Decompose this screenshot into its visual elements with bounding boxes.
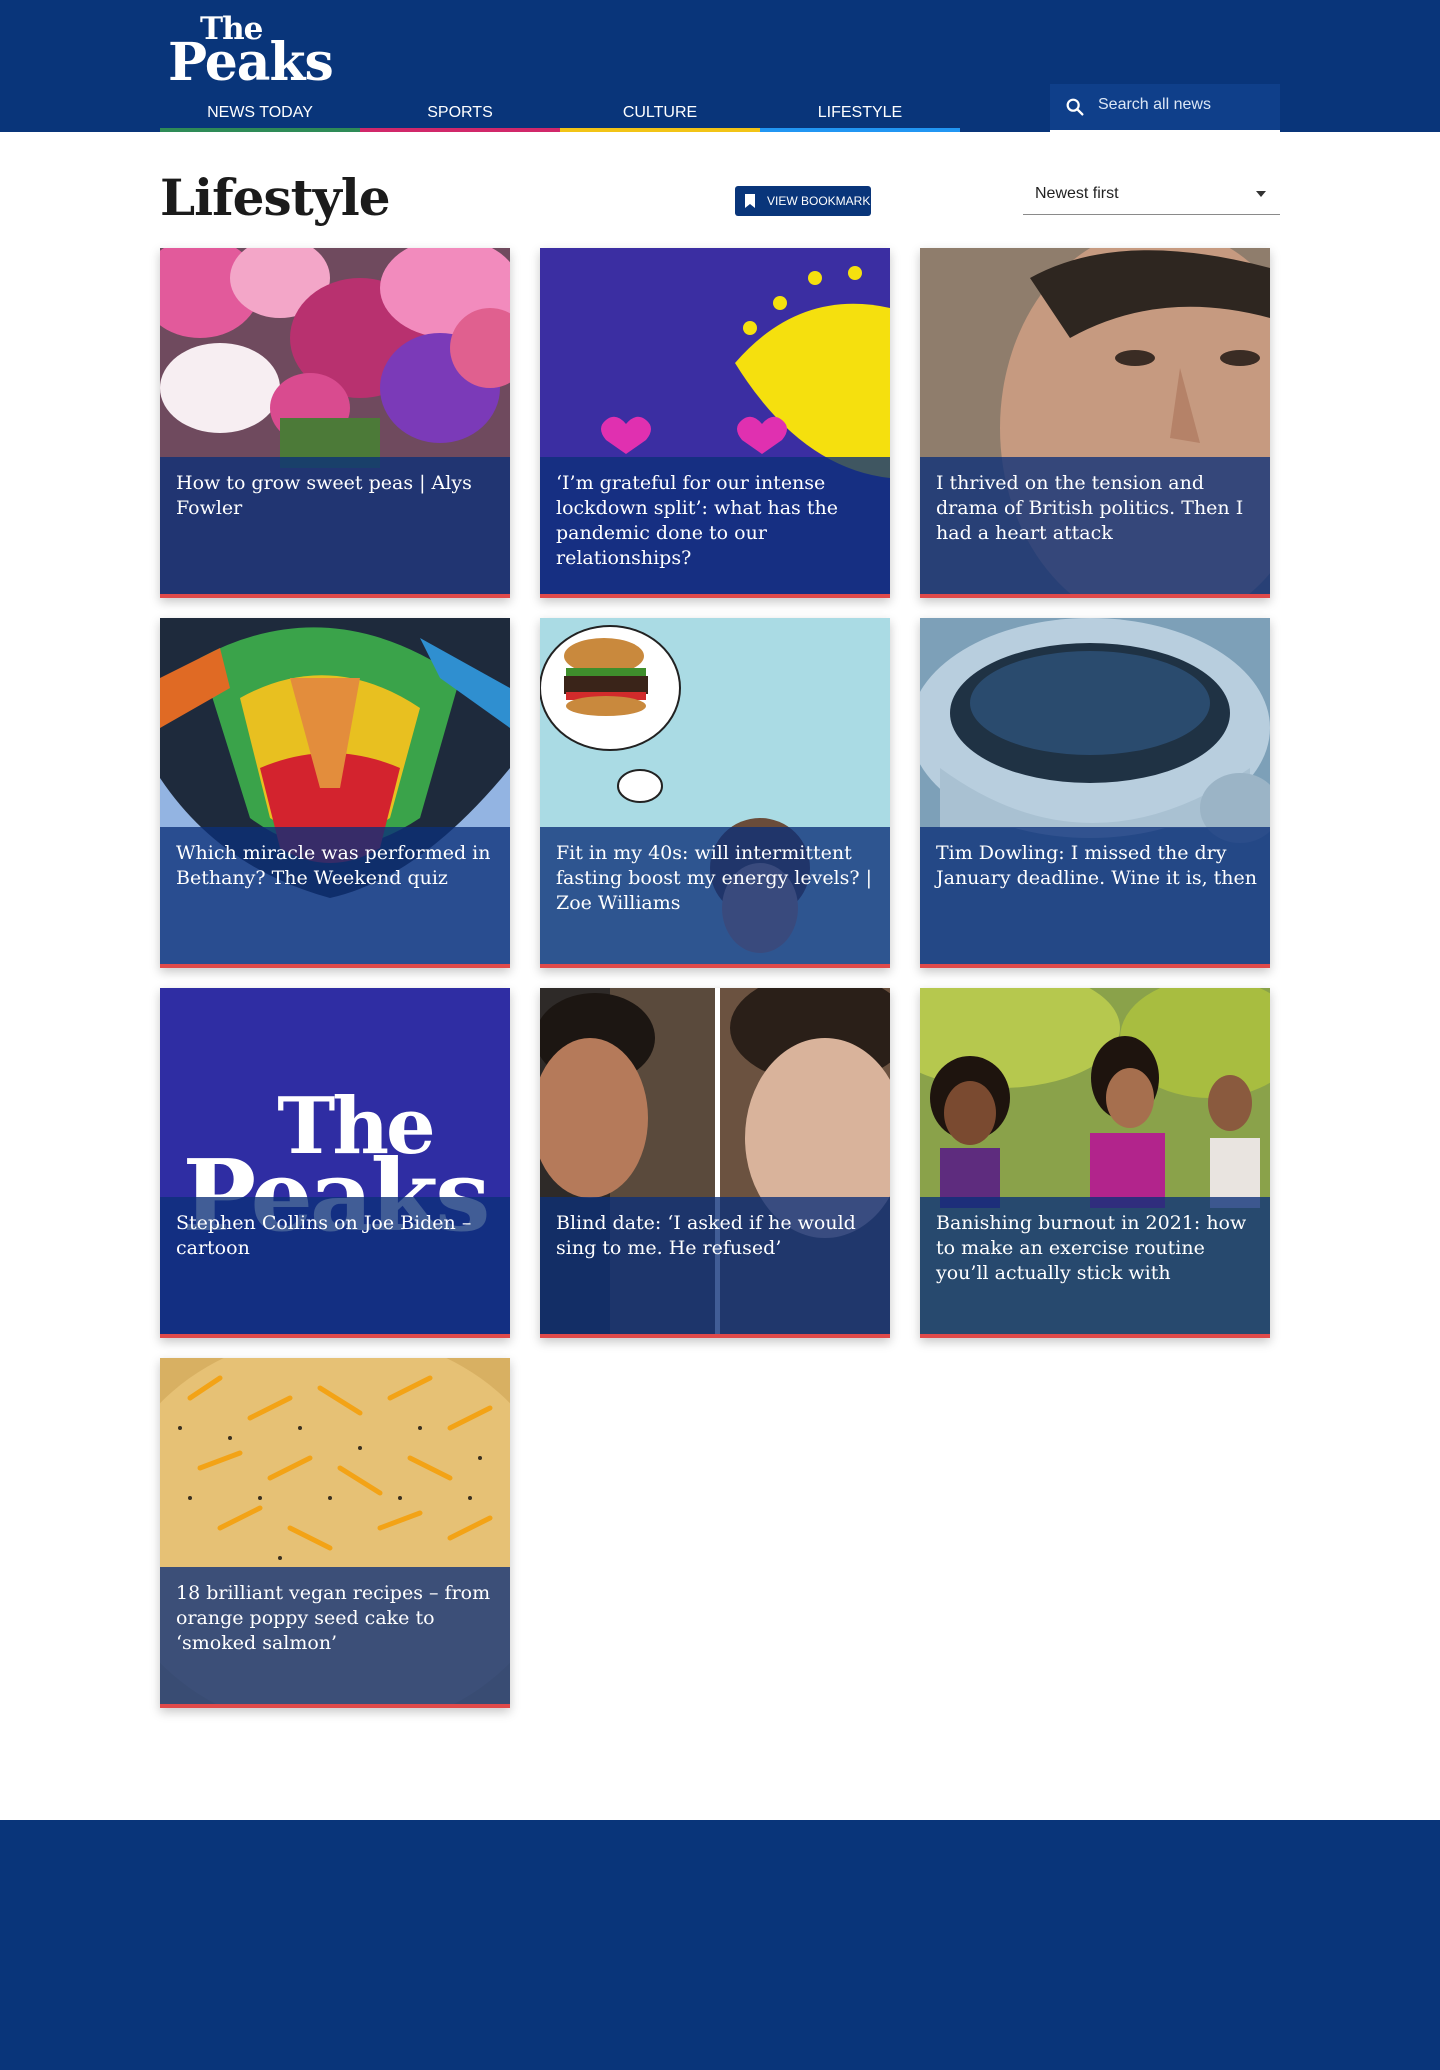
sort-select[interactable]: Newest first: [1023, 175, 1280, 215]
site-header: The Peaks NEWS TODAY SPORTS CULTURE LIFE…: [0, 0, 1440, 132]
nav-item-news-today[interactable]: NEWS TODAY: [160, 98, 360, 132]
nav-item-sports[interactable]: SPORTS: [360, 98, 560, 132]
article-title: Which miracle was performed in Bethany? …: [176, 842, 491, 889]
article-card[interactable]: ‘I’m grateful for our intense lockdown s…: [540, 248, 890, 598]
article-title: 18 brilliant vegan recipes – from orange…: [176, 1582, 491, 1654]
article-card[interactable]: How to grow sweet peas | Alys Fowler: [160, 248, 510, 598]
article-card[interactable]: Blind date: ‘I asked if he would sing to…: [540, 988, 890, 1338]
article-title: Banishing burnout in 2021: how to make a…: [936, 1212, 1247, 1284]
article-card[interactable]: Fit in my 40s: will intermittent fasting…: [540, 618, 890, 968]
search-input[interactable]: Search all news: [1050, 84, 1280, 132]
article-card[interactable]: Which miracle was performed in Bethany? …: [160, 618, 510, 968]
nav-item-culture[interactable]: CULTURE: [560, 98, 760, 132]
nav-underline: [760, 128, 960, 132]
logo-line-2: Peaks: [168, 32, 334, 93]
article-title: Tim Dowling: I missed the dry January de…: [936, 842, 1258, 889]
article-title: ‘I’m grateful for our intense lockdown s…: [556, 472, 838, 569]
site-logo[interactable]: The Peaks: [168, 14, 334, 93]
nav-underline: [160, 128, 360, 132]
article-card[interactable]: Tim Dowling: I missed the dry January de…: [920, 618, 1270, 968]
site-footer: [0, 1820, 1440, 2070]
nav-underline: [360, 128, 560, 132]
article-title: Stephen Collins on Joe Biden – cartoon: [176, 1212, 472, 1259]
article-title: I thrived on the tension and drama of Br…: [936, 472, 1244, 544]
nav-item-lifestyle[interactable]: LIFESTYLE: [760, 98, 960, 132]
view-bookmark-label: VIEW BOOKMARK: [767, 194, 871, 208]
article-title: How to grow sweet peas | Alys Fowler: [176, 472, 472, 519]
article-card[interactable]: The Peaks Stephen Collins on Joe Biden –…: [160, 988, 510, 1338]
chevron-down-icon: [1256, 191, 1266, 197]
nav-label: LIFESTYLE: [817, 104, 903, 121]
main-nav: NEWS TODAY SPORTS CULTURE LIFESTYLE: [160, 98, 960, 132]
sort-value: Newest first: [1035, 185, 1119, 202]
view-bookmark-button[interactable]: VIEW BOOKMARK: [735, 186, 871, 216]
search-icon: [1066, 98, 1084, 116]
page-title: Lifestyle: [160, 168, 391, 227]
nav-label: CULTURE: [622, 104, 698, 121]
article-card[interactable]: 18 brilliant vegan recipes – from orange…: [160, 1358, 510, 1708]
bookmark-icon: [745, 194, 755, 208]
article-card[interactable]: I thrived on the tension and drama of Br…: [920, 248, 1270, 598]
search-placeholder: Search all news: [1098, 96, 1211, 113]
nav-label: SPORTS: [427, 104, 493, 121]
nav-label: NEWS TODAY: [207, 104, 313, 121]
nav-underline: [560, 128, 760, 132]
article-title: Fit in my 40s: will intermittent fasting…: [556, 842, 873, 914]
article-card[interactable]: Banishing burnout in 2021: how to make a…: [920, 988, 1270, 1338]
article-title: Blind date: ‘I asked if he would sing to…: [556, 1212, 856, 1259]
